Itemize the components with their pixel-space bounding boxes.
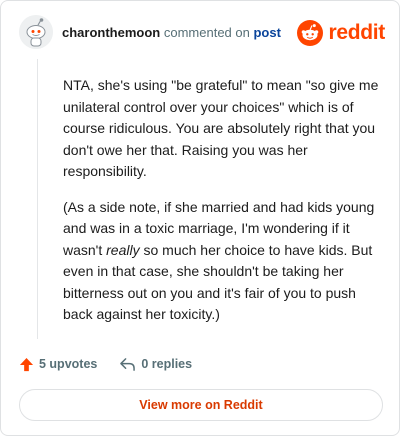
username-link[interactable]: charonthemoon <box>62 25 160 40</box>
upvote-button[interactable]: 5 upvotes <box>19 357 97 372</box>
thread-line <box>37 59 38 339</box>
comment-paragraph: NTA, she's using "be grateful" to mean "… <box>63 77 379 179</box>
comment-action-text: commented on <box>163 25 250 40</box>
reddit-wordmark: reddit <box>328 21 385 44</box>
comment-meta: charonthemoon commented on post <box>62 25 281 40</box>
replies-button[interactable]: 0 replies <box>119 357 192 372</box>
comment-header: charonthemoon commented on post reddit <box>19 15 385 53</box>
comment-embed-card: charonthemoon commented on post reddit N… <box>0 0 400 436</box>
comment-body: NTA, she's using "be grateful" to mean "… <box>63 75 383 340</box>
comment-paragraph: (As a side note, if she married and had … <box>63 197 383 326</box>
avatar[interactable] <box>19 15 53 49</box>
comment-actions: 5 upvotes 0 replies <box>19 355 192 373</box>
replies-count: 0 replies <box>141 357 193 371</box>
post-link[interactable]: post <box>253 25 280 40</box>
view-more-button[interactable]: View more on Reddit <box>19 389 383 421</box>
upvotes-count: 5 upvotes <box>39 357 98 371</box>
reddit-snoo-icon <box>297 20 324 46</box>
upvote-arrow-icon <box>19 357 34 371</box>
reply-arrow-icon <box>120 357 136 371</box>
reddit-logo[interactable]: reddit <box>297 19 385 47</box>
snoo-avatar-icon <box>19 15 53 49</box>
emphasis-text: really <box>106 241 140 258</box>
